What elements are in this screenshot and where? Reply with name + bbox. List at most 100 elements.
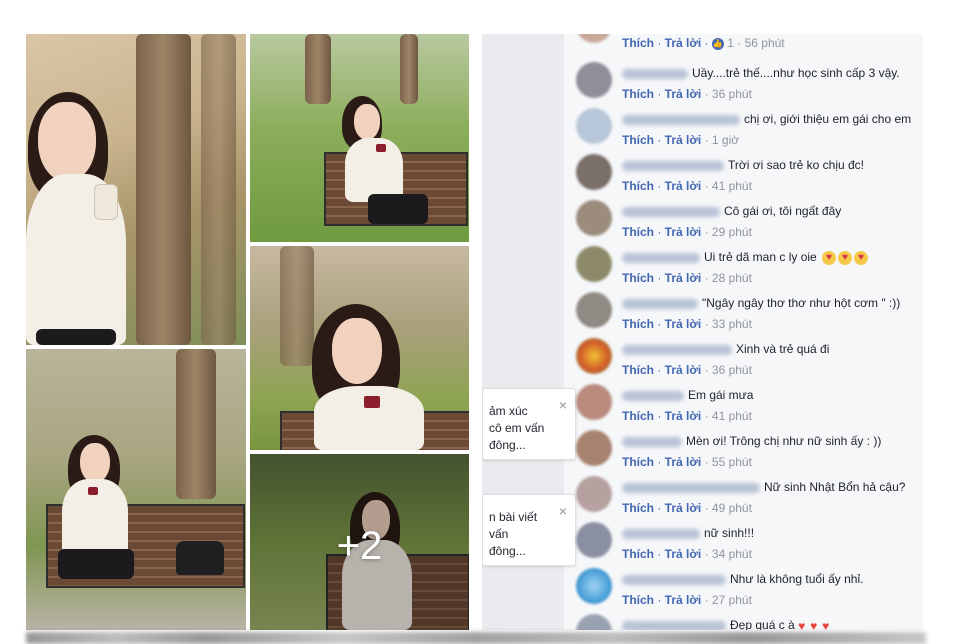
comment-time[interactable]: 33 phút [712, 317, 752, 331]
like-link[interactable]: Thích [622, 271, 654, 285]
kiss-emoji-icon: ♥ [838, 250, 853, 265]
like-link[interactable]: Thích [622, 455, 654, 469]
handbag [176, 541, 224, 575]
close-icon[interactable]: × [559, 503, 567, 519]
reply-link[interactable]: Trả lời [665, 317, 702, 331]
reply-link[interactable]: Trả lời [665, 455, 702, 469]
commenter-name-blurred[interactable] [622, 574, 726, 585]
photo-1[interactable] [26, 34, 246, 345]
commenter-name-blurred[interactable] [622, 528, 700, 539]
comment-time[interactable]: 29 phút [712, 225, 752, 239]
like-link[interactable]: Thích [622, 317, 654, 331]
comment-actions: Thích · Trả lời · 27 phút [622, 593, 752, 607]
avatar[interactable] [576, 154, 612, 190]
comment-time[interactable]: 36 phút [712, 363, 752, 377]
comment-item: nữ sinh!!! Thích · Trả lời · 34 phút [576, 522, 920, 572]
reply-link[interactable]: Trả lời [665, 271, 702, 285]
like-link[interactable]: Thích [622, 409, 654, 423]
tree-trunk [136, 34, 191, 345]
comment-item: Như là không tuổi ấy nhỉ. Thích · Trả lờ… [576, 568, 920, 618]
commenter-name-blurred[interactable] [622, 206, 720, 217]
comment-item: Ui trẻ dã man c ly oie ♥ ♥ ♥ Thích · Trả l… [576, 246, 920, 296]
commenter-name-blurred[interactable] [622, 390, 684, 401]
commenter-name-blurred[interactable] [622, 298, 698, 309]
reply-link[interactable]: Trả lời [665, 363, 702, 377]
avatar[interactable] [576, 34, 612, 43]
photo-3[interactable] [26, 349, 246, 630]
comment-text: "Ngây ngây thơ thơ như hột cơm " :)) [702, 296, 901, 310]
commenter-name-blurred[interactable] [622, 436, 682, 447]
comment-item: Xinh và trẻ quá đi Thích · Trả lời · 36 … [576, 338, 920, 388]
comment-time[interactable]: 55 phút [712, 455, 752, 469]
comment-time[interactable]: 41 phút [712, 179, 752, 193]
comment-actions: Thích · Trả lời · 49 phút [622, 501, 752, 515]
comment-time[interactable]: 36 phút [712, 87, 752, 101]
commenter-name-blurred[interactable] [622, 620, 726, 630]
reaction-count[interactable]: 1 [727, 36, 734, 50]
like-link[interactable]: Thích [622, 179, 654, 193]
like-link[interactable]: Thích [622, 363, 654, 377]
comment-actions: Thích · Trả lời · 👍 1 · 56 phút [622, 36, 785, 50]
comment-time[interactable]: 27 phút [712, 593, 752, 607]
comment-time[interactable]: 34 phút [712, 547, 752, 561]
like-link[interactable]: Thích [622, 547, 654, 561]
commenter-name-blurred[interactable] [622, 344, 732, 355]
comment-item: Mèn ơi! Trông chị như nữ sinh ấy : )) Th… [576, 430, 920, 480]
avatar[interactable] [576, 200, 612, 236]
like-link[interactable]: Thích [622, 225, 654, 239]
avatar[interactable] [576, 384, 612, 420]
like-link[interactable]: Thích [622, 501, 654, 515]
photo-5-more[interactable]: +2 [250, 454, 469, 630]
avatar[interactable] [576, 568, 612, 604]
comment-panel: ảm xúc cô em vấn đông... × n bài viết vấ… [482, 34, 923, 630]
comment-body: Đẹp quá c à ♥ ♥ ♥ [622, 618, 834, 630]
reply-link[interactable]: Trả lời [665, 547, 702, 561]
notification-text: n bài viết vấn đông... [489, 510, 538, 558]
photo-2[interactable] [250, 34, 469, 242]
avatar[interactable] [576, 338, 612, 374]
commenter-name-blurred[interactable] [622, 114, 740, 125]
notification-card[interactable]: ảm xúc cô em vấn đông... × [482, 388, 576, 460]
commenter-name-blurred[interactable] [622, 252, 700, 263]
avatar[interactable] [576, 246, 612, 282]
commenter-name-blurred[interactable] [622, 160, 724, 171]
drink-cup [94, 184, 118, 220]
like-link[interactable]: Thích [622, 36, 654, 50]
heart-eyes-emoji-icon: ♥ [822, 618, 830, 630]
comment-item: chị ơi, giới thiệu em gái cho em Thích ·… [576, 108, 920, 158]
comment-time[interactable]: 41 phút [712, 409, 752, 423]
reply-link[interactable]: Trả lời [665, 409, 702, 423]
photo-4[interactable] [250, 246, 469, 450]
comment-time[interactable]: 1 giờ [712, 133, 739, 147]
commenter-name-blurred[interactable] [622, 482, 760, 493]
reply-link[interactable]: Trả lời [665, 593, 702, 607]
reply-link[interactable]: Trả lời [665, 133, 702, 147]
avatar[interactable] [576, 430, 612, 466]
notification-card[interactable]: n bài viết vấn đông... × [482, 494, 576, 566]
avatar[interactable] [576, 292, 612, 328]
commenter-name-blurred[interactable] [622, 68, 688, 79]
reply-link[interactable]: Trả lời [665, 225, 702, 239]
reply-link[interactable]: Trả lời [665, 87, 702, 101]
comment-time[interactable]: 49 phút [712, 501, 752, 515]
like-link[interactable]: Thích [622, 87, 654, 101]
avatar[interactable] [576, 62, 612, 98]
reply-link[interactable]: Trả lời [665, 179, 702, 193]
avatar[interactable] [576, 476, 612, 512]
comment-time[interactable]: 56 phút [745, 36, 785, 50]
reply-link[interactable]: Trả lời [665, 501, 702, 515]
comment-item: Nữ sinh Nhật Bổn hả cậu? Thích · Trả lời… [576, 476, 920, 526]
avatar[interactable] [576, 522, 612, 558]
like-link[interactable]: Thích [622, 133, 654, 147]
comment-actions: Thích · Trả lời · 29 phút [622, 225, 752, 239]
avatar[interactable] [576, 108, 612, 144]
comment-time[interactable]: 28 phút [712, 271, 752, 285]
girl-face [80, 443, 110, 483]
comment-text: Trời ơi sao trẻ ko chịu đc! [728, 158, 865, 172]
bow-tie [88, 487, 98, 495]
like-link[interactable]: Thích [622, 593, 654, 607]
comment-body: "Ngây ngây thơ thơ như hột cơm " :)) [622, 296, 900, 310]
comment-body: nữ sinh!!! [622, 526, 754, 540]
reply-link[interactable]: Trả lời [665, 36, 702, 50]
close-icon[interactable]: × [559, 397, 567, 413]
